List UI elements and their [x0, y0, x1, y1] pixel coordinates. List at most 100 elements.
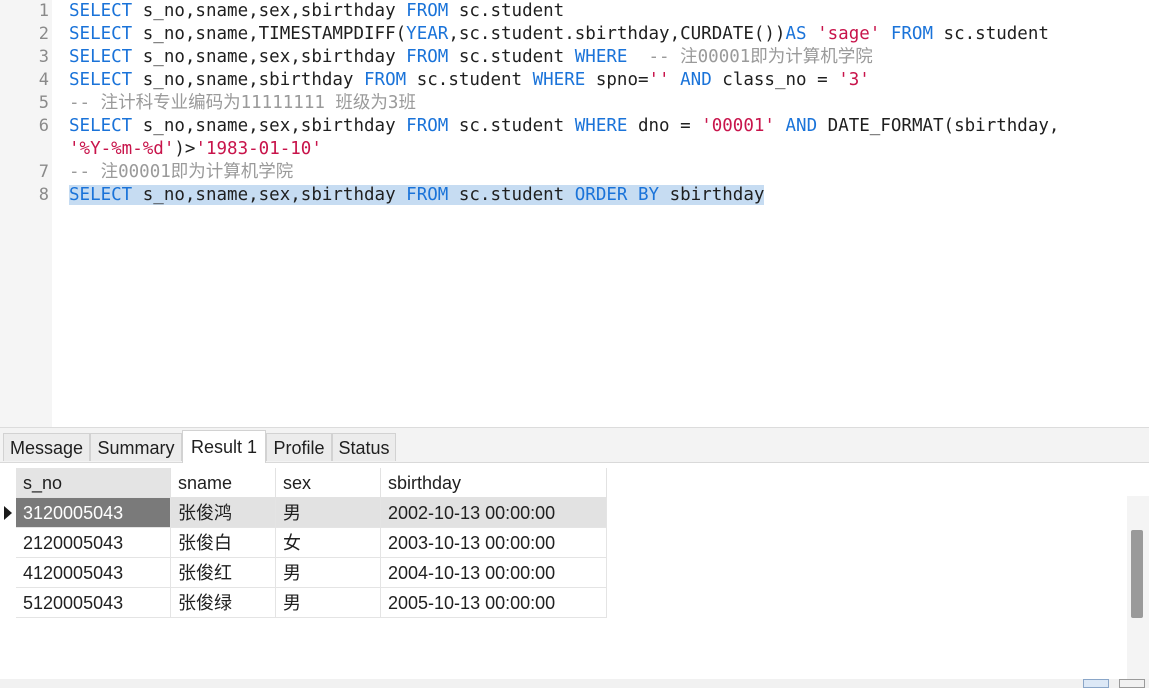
code-token: SELECT — [69, 1, 133, 21]
cell-s-no[interactable]: 3120005043 — [16, 498, 171, 528]
code-token: AND — [680, 70, 712, 90]
code-token: SELECT — [69, 185, 133, 205]
cell-s-no[interactable]: 2120005043 — [16, 528, 171, 558]
code-token: WHERE — [574, 116, 628, 136]
code-line[interactable]: 2 SELECT s_no,sname,TIMESTAMPDIFF(YEAR,sc… — [0, 23, 1149, 46]
code-token: )> — [174, 139, 196, 159]
code-token: -- 注00001即为计算机学院 — [69, 162, 294, 182]
tab-status[interactable]: Status — [332, 433, 396, 461]
tab-summary[interactable]: Summary — [90, 433, 182, 461]
code-text[interactable]: -- 注00001即为计算机学院 — [69, 161, 293, 184]
cell-sbirthday[interactable]: 2005-10-13 00:00:00 — [381, 588, 607, 618]
line-number: 8 — [38, 185, 49, 205]
code-token: FROM — [406, 1, 449, 21]
line-number: 5 — [38, 93, 49, 113]
line-number: 7 — [38, 162, 49, 182]
code-token: DATE_FORMAT(sbirthday, — [817, 116, 1060, 136]
column-header-sname[interactable]: sname — [171, 468, 276, 498]
code-token: FROM — [406, 47, 449, 67]
code-token: sc.student — [406, 70, 533, 90]
line-number: 1 — [38, 1, 49, 21]
row-pointer-icon — [4, 506, 12, 520]
code-token: '3' — [838, 70, 870, 90]
code-token: AND — [785, 116, 818, 136]
line-number: 6 — [38, 116, 49, 136]
code-token: SELECT — [69, 70, 133, 90]
code-token: FROM — [364, 70, 407, 90]
code-text[interactable]: SELECT s_no,sname,sbirthday FROM sc.stud… — [69, 69, 870, 92]
code-token: s_no,sname,sex,sbirthday — [132, 116, 407, 136]
code-token: sc.student — [933, 24, 1049, 44]
code-token: '' — [648, 70, 670, 90]
code-text[interactable]: SELECT s_no,sname,sex,sbirthday FROM sc.… — [69, 46, 873, 69]
code-token: ORDER BY — [574, 185, 660, 205]
code-token: sc.student — [448, 47, 575, 67]
code-token: FROM — [890, 24, 934, 44]
column-header-s_no[interactable]: s_no — [16, 468, 171, 498]
code-token: AS — [785, 24, 807, 44]
code-text[interactable]: SELECT s_no,sname,sex,sbirthday FROM sc.… — [69, 0, 564, 23]
code-line[interactable]: '%Y-%m-%d')>'1983-01-10' — [0, 138, 1149, 161]
code-token: WHERE — [574, 47, 628, 67]
code-line[interactable]: 3 SELECT s_no,sname,sex,sbirthday FROM sc… — [0, 46, 1149, 69]
code-line[interactable]: 7 -- 注00001即为计算机学院 — [0, 161, 1149, 184]
cell-sname[interactable]: 张俊鸿 — [171, 498, 276, 528]
result-grid: s_no sname sex sbirthday 3120005043 张俊鸿 … — [0, 464, 1149, 688]
code-token: sbirthday — [659, 185, 765, 205]
code-token: spno= — [585, 70, 649, 90]
code-text[interactable]: SELECT s_no,sname,sex,sbirthday FROM sc.… — [69, 115, 1059, 138]
cell-sname[interactable]: 张俊白 — [171, 528, 276, 558]
code-line[interactable]: 6 SELECT s_no,sname,sex,sbirthday FROM sc… — [0, 115, 1149, 138]
code-token: '%Y-%m-%d' — [69, 139, 175, 159]
code-token: -- 注00001即为计算机学院 — [648, 47, 873, 67]
code-token: FROM — [406, 185, 449, 205]
cell-sname[interactable]: 张俊红 — [171, 558, 276, 588]
code-token: '1983-01-10' — [195, 139, 322, 159]
cell-sex[interactable]: 男 — [276, 588, 381, 618]
code-text[interactable]: '%Y-%m-%d')>'1983-01-10' — [69, 138, 322, 161]
code-token: s_no,sname,sex,sbirthday — [132, 47, 407, 67]
vertical-scrollbar[interactable] — [1127, 496, 1149, 688]
cell-sbirthday[interactable]: 2004-10-13 00:00:00 — [381, 558, 607, 588]
cell-sex[interactable]: 女 — [276, 528, 381, 558]
code-line[interactable]: 5 -- 注计科专业编码为11111111 班级为3班 — [0, 92, 1149, 115]
code-text[interactable]: SELECT s_no,sname,TIMESTAMPDIFF(YEAR,sc.… — [69, 23, 1049, 46]
column-header-sbirthday[interactable]: sbirthday — [381, 468, 607, 498]
code-token: s_no,sname,TIMESTAMPDIFF( — [132, 24, 407, 44]
scrollbar-thumb[interactable] — [1131, 530, 1143, 618]
code-line[interactable]: 1 SELECT s_no,sname,sex,sbirthday FROM sc… — [0, 0, 1149, 23]
line-number: 3 — [38, 47, 49, 67]
cell-sex[interactable]: 男 — [276, 498, 381, 528]
code-line[interactable]: 8 SELECT s_no,sname,sex,sbirthday FROM sc… — [0, 184, 1149, 207]
results-tab-bar: Message Summary Result 1 Profile Status — [0, 428, 1149, 463]
code-text[interactable]: -- 注计科专业编码为11111111 班级为3班 — [69, 92, 416, 115]
code-token: 'sage' — [817, 24, 881, 44]
tab-message[interactable]: Message — [3, 433, 90, 461]
code-line[interactable]: 4 SELECT s_no,sname,sbirthday FROM sc.stu… — [0, 69, 1149, 92]
cell-s-no[interactable]: 4120005043 — [16, 558, 171, 588]
cell-sname[interactable]: 张俊绿 — [171, 588, 276, 618]
sql-editor[interactable]: 1 SELECT s_no,sname,sex,sbirthday FROM sc… — [0, 0, 1149, 427]
code-token: sc.student — [448, 185, 575, 205]
cell-s-no[interactable]: 5120005043 — [16, 588, 171, 618]
cell-sbirthday[interactable]: 2002-10-13 00:00:00 — [381, 498, 607, 528]
tab-result-1[interactable]: Result 1 — [182, 430, 266, 463]
cell-sbirthday[interactable]: 2003-10-13 00:00:00 — [381, 528, 607, 558]
code-token: WHERE — [532, 70, 586, 90]
code-token: s_no,sname,sex,sbirthday — [132, 185, 407, 205]
code-token: dno = — [627, 116, 702, 136]
code-token: ,sc.student.sbirthday,CURDATE()) — [448, 24, 786, 44]
tab-profile[interactable]: Profile — [266, 433, 332, 461]
code-token: s_no,sname,sbirthday — [132, 70, 365, 90]
column-header-sex[interactable]: sex — [276, 468, 381, 498]
cell-sex[interactable]: 男 — [276, 558, 381, 588]
results-panel: Message Summary Result 1 Profile Status … — [0, 427, 1149, 688]
code-token: class_no = — [711, 70, 839, 90]
code-text[interactable]: SELECT s_no,sname,sex,sbirthday FROM sc.… — [69, 184, 765, 207]
current-row-indicator — [0, 498, 16, 528]
